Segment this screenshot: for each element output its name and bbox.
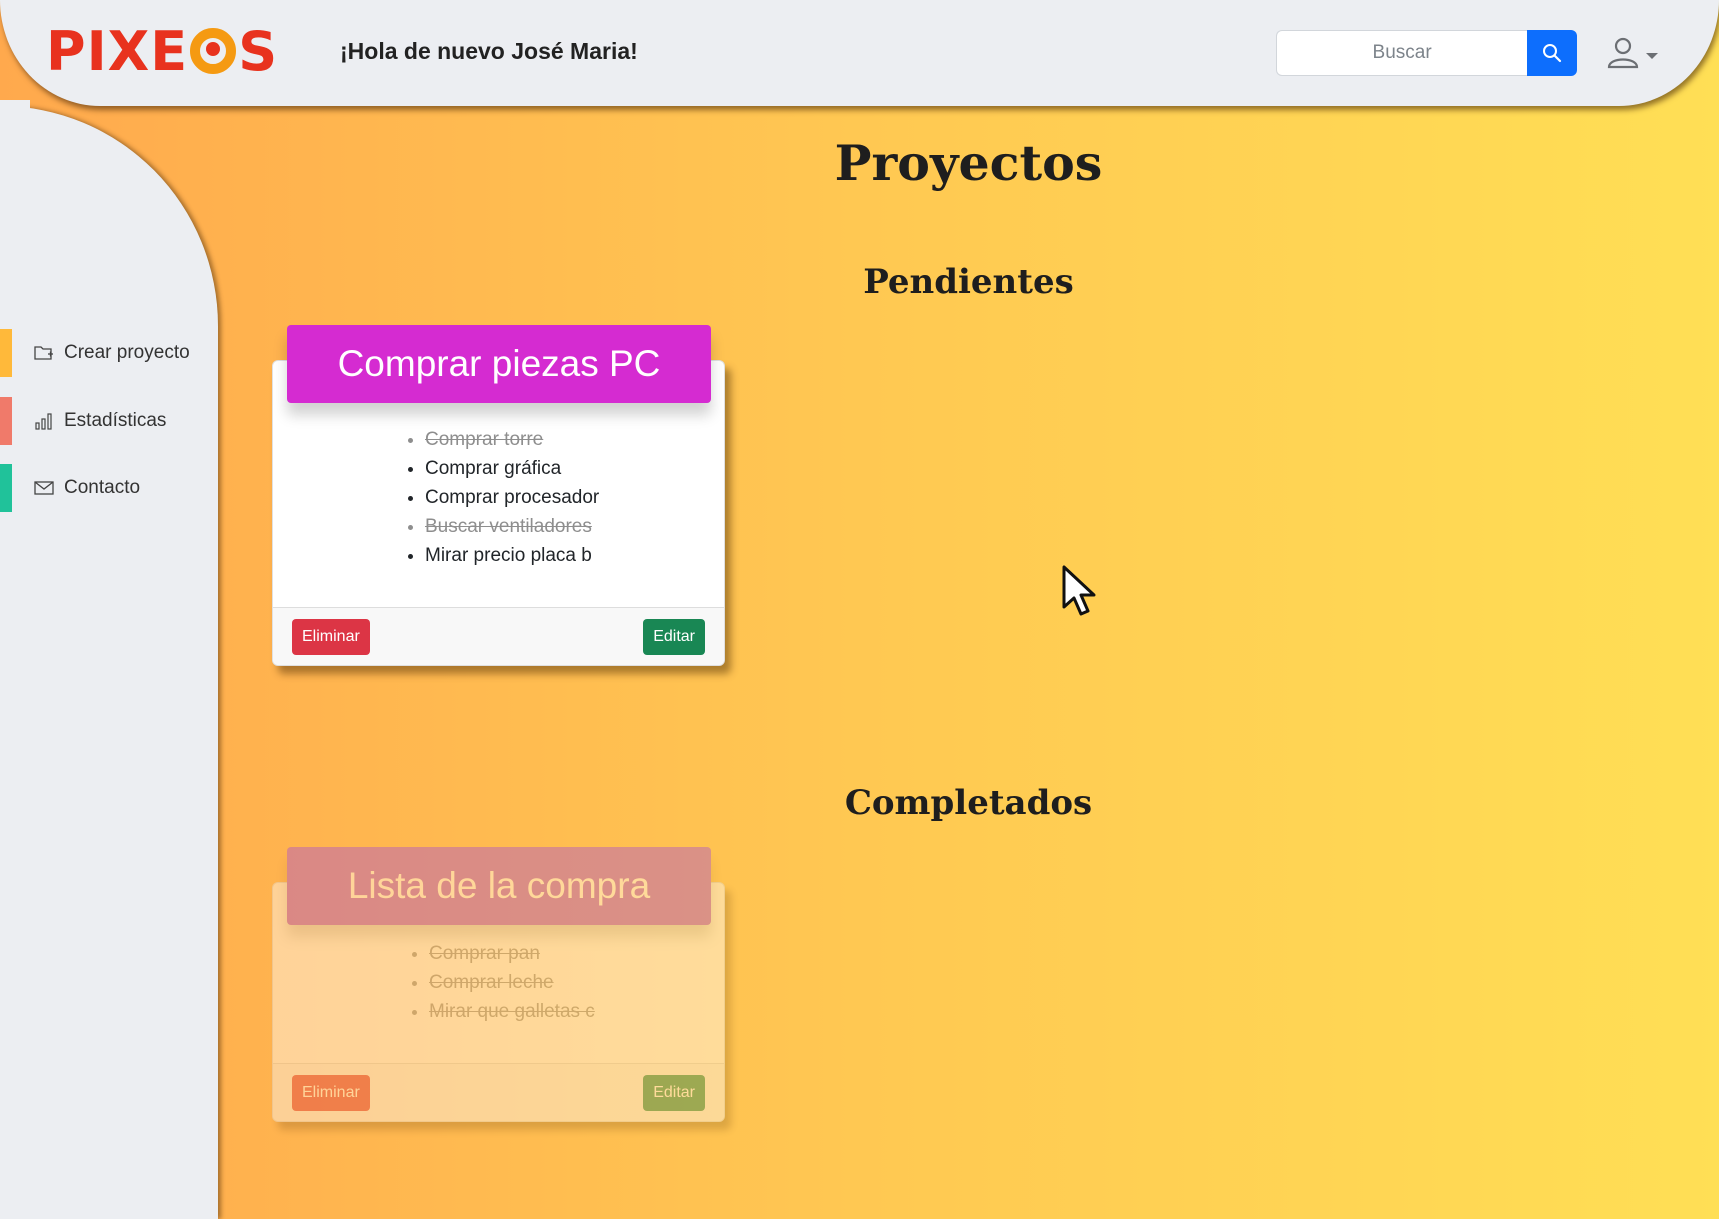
sidebar-accent-bar [0,329,12,377]
task-item: Comprar gráfica [425,454,599,483]
user-icon [1607,37,1639,69]
search-input[interactable] [1276,30,1528,76]
task-item: Comprar procesador [425,483,599,512]
search-button[interactable] [1527,30,1577,76]
card-footer: Eliminar Editar [273,607,724,665]
edit-button[interactable]: Editar [643,1075,705,1111]
search-icon [1543,44,1562,63]
chevron-down-icon [1646,53,1658,59]
task-item: Mirar precio placa b [425,541,599,570]
logo-text-right: S [238,19,279,83]
sidebar-item-estadisticas[interactable]: Estadísticas [0,397,218,445]
sidebar-item-label: Crear proyecto [64,342,190,363]
logo-ring-icon [190,28,237,74]
task-list: Comprar torre Comprar gráfica Comprar pr… [425,425,599,570]
project-card-title: Comprar piezas PC [287,325,711,403]
task-item: Comprar torre [425,425,599,454]
greeting-text: ¡Hola de nuevo José Maria! [340,38,638,64]
delete-button[interactable]: Eliminar [292,619,370,655]
page-title: Proyectos [834,134,1103,192]
app-logo[interactable]: PIXE S [46,19,279,83]
sidebar-item-label: Contacto [64,477,141,498]
edit-button[interactable]: Editar [643,619,705,655]
sidebar-item-contacto[interactable]: Contacto [0,464,218,512]
sidebar-item-label: Estadísticas [64,410,167,431]
logo-text-left: PIXE [46,19,189,83]
project-card-pending: Comprar piezas PC Comprar torre Comprar … [272,325,725,666]
pending-section-title: Pendientes [863,262,1074,302]
task-item: Comprar leche [429,968,595,997]
envelope-icon [34,477,56,499]
search-form [1276,30,1577,76]
sidebar-accent-bar [0,397,12,445]
top-navbar: PIXE S ¡Hola de nuevo José Maria! [0,0,1719,106]
sidebar-item-crear-proyecto[interactable]: Crear proyecto [0,329,218,377]
task-item: Comprar pan [429,939,595,968]
completed-section-title: Completados [844,783,1093,823]
user-menu-dropdown[interactable] [1606,32,1670,72]
task-item: Buscar ventiladores [425,512,599,541]
task-item: Mirar que galletas c [429,997,595,1026]
delete-button[interactable]: Eliminar [292,1075,370,1111]
folder-plus-icon [34,342,56,364]
task-list: Comprar pan Comprar leche Mirar que gall… [429,939,595,1026]
mouse-cursor-icon [1062,565,1096,616]
sidebar: Crear proyecto Estadísticas Contacto [0,100,218,1219]
card-footer: Eliminar Editar [273,1063,724,1121]
bar-chart-icon [34,410,56,432]
project-card-completed: Lista de la compra Comprar pan Comprar l… [272,847,725,1122]
sidebar-accent-bar [0,464,12,512]
project-card-title: Lista de la compra [287,847,711,925]
